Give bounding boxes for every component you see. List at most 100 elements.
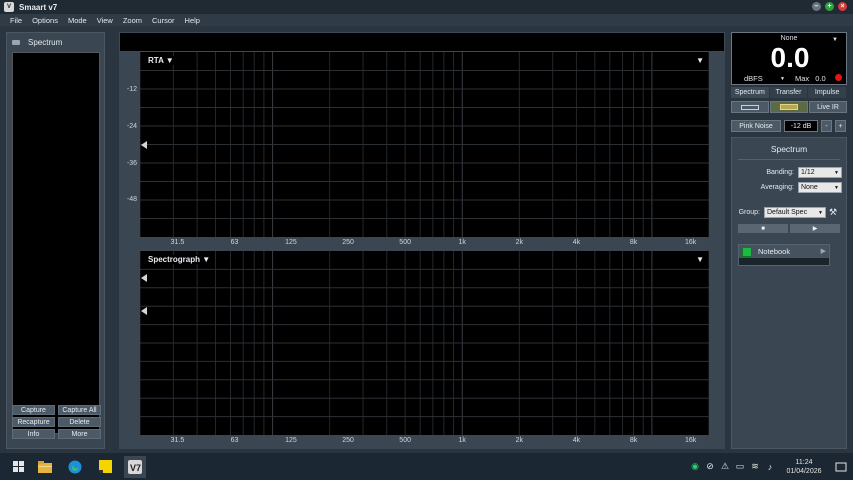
play-button[interactable]: ▶ (790, 224, 840, 233)
clock-date: 01/04/2026 (786, 467, 822, 475)
notebook-status-icon (742, 246, 752, 257)
wifi-icon[interactable]: ≋ (749, 461, 761, 473)
rta-level-marker-icon[interactable] (141, 141, 147, 149)
window-title: Smaart v7 (19, 2, 58, 12)
file-explorer-icon[interactable] (34, 456, 56, 478)
windows-start-icon[interactable] (4, 456, 26, 478)
spectrum-settings-panel: Spectrum Banding: 1/12 ▼ Averaging: None… (731, 137, 847, 449)
spectrograph-x-tick: 125 (285, 437, 297, 444)
notebook-label: Notebook (758, 247, 791, 256)
menu-zoom[interactable]: Zoom (118, 16, 147, 25)
tools-icon[interactable]: ⚒ (829, 207, 837, 218)
meter-max-value: 0.0 (815, 74, 826, 83)
title-bar: V Smaart v7 – + × (0, 0, 853, 14)
info-button[interactable]: Info (12, 429, 55, 439)
level-decrease-button[interactable]: - (821, 120, 832, 132)
averaging-label: Averaging: (760, 184, 794, 191)
group-select[interactable]: Default Spec ▼ (764, 207, 826, 218)
spectrograph-upper-marker-icon[interactable] (141, 274, 147, 282)
volume-icon[interactable]: ♪ (764, 461, 776, 473)
menu-view[interactable]: View (92, 16, 118, 25)
spectrograph-grid (140, 251, 709, 435)
tab-spectrum[interactable]: Spectrum (731, 87, 770, 98)
capture-all-button[interactable]: Capture All (58, 405, 101, 415)
minimize-button[interactable]: – (812, 2, 821, 11)
maximize-button[interactable]: + (825, 2, 834, 11)
spectrograph-x-tick: 1k (458, 437, 466, 444)
averaging-value: None (801, 184, 818, 191)
notebook-panel[interactable]: Notebook ▶ (738, 244, 830, 266)
chevron-down-icon: ▼ (834, 185, 839, 191)
meter-source[interactable]: None (732, 35, 846, 42)
rta-x-tick: 63 (230, 239, 239, 246)
spectrograph-x-tick: 500 (399, 437, 411, 444)
notifications-icon[interactable] (835, 461, 847, 473)
rta-title[interactable]: RTA ▼ (146, 56, 176, 65)
menu-bar: File Options Mode View Zoom Cursor Help (0, 14, 853, 26)
rta-plot[interactable]: RTA ▼ ▼ (140, 52, 709, 237)
meter-max-label: Max (795, 74, 810, 83)
meter-unit: dBFS (744, 74, 763, 83)
spectrograph-lower-marker-icon[interactable] (141, 307, 147, 315)
menu-file[interactable]: File (5, 16, 27, 25)
rta-x-tick: 4k (572, 239, 581, 246)
spectrum-trace-panel: Spectrum Capture Capture All Recapture D… (6, 32, 105, 449)
rta-x-tick: 125 (285, 239, 297, 246)
taskbar: V7 ◉ ⊘ ⚠ ▭ ≋ ♪ 11:24 01/04/2026 (0, 453, 853, 480)
rta-x-tick: 16k (684, 239, 697, 246)
stop-button[interactable]: ■ (738, 224, 788, 233)
svg-text:V7: V7 (130, 463, 141, 473)
menu-cursor[interactable]: Cursor (147, 16, 180, 25)
security-icon[interactable]: ⚠ (719, 461, 731, 473)
edge-browser-icon[interactable] (64, 456, 86, 478)
notebook-expand-icon[interactable]: ▶ (821, 247, 826, 255)
spectrograph-menu-icon[interactable]: ▼ (696, 255, 704, 264)
app-logo-icon: V (4, 2, 14, 12)
trace-list[interactable] (12, 52, 100, 434)
smaart-taskbar-icon[interactable]: V7 (124, 455, 146, 478)
sticky-notes-icon[interactable] (94, 456, 116, 478)
rta-y-tick: -36 (126, 160, 137, 167)
panel-collapse-icon[interactable] (12, 39, 20, 45)
split-view-icon (780, 104, 798, 110)
single-view-button[interactable] (731, 101, 769, 113)
rta-x-tick: 500 (399, 239, 411, 246)
recapture-button[interactable]: Recapture (12, 417, 55, 427)
rta-menu-icon[interactable]: ▼ (696, 56, 704, 65)
rta-y-tick: -48 (126, 196, 137, 203)
spectrograph-plot[interactable]: Spectrograph ▼ ▼ (140, 251, 709, 435)
group-value: Default Spec (767, 209, 808, 216)
trace-panel-title: Spectrum (28, 37, 63, 47)
capture-button[interactable]: Capture (12, 405, 55, 415)
clip-indicator-icon (835, 74, 842, 81)
command-bar[interactable] (119, 32, 725, 52)
rta-y-tick: -24 (126, 123, 137, 130)
battery-icon[interactable]: ▭ (734, 461, 746, 473)
system-clock[interactable]: 11:24 01/04/2026 (779, 458, 829, 476)
more-button[interactable]: More (58, 429, 101, 439)
spectrograph-title[interactable]: Spectrograph ▼ (146, 255, 213, 264)
menu-mode[interactable]: Mode (63, 16, 92, 25)
tab-impulse[interactable]: Impulse (808, 87, 848, 98)
pink-noise-button[interactable]: Pink Noise (731, 120, 781, 132)
rta-x-tick: 250 (342, 239, 354, 246)
unit-dropdown-icon[interactable]: ▼ (780, 76, 785, 82)
live-ir-button[interactable]: Live IR (809, 101, 847, 113)
tab-transfer[interactable]: Transfer (769, 87, 809, 98)
spectrograph-x-tick: 16k (684, 437, 697, 444)
close-button[interactable]: × (838, 2, 847, 11)
whatsapp-icon[interactable]: ◉ (689, 461, 701, 473)
level-increase-button[interactable]: + (835, 120, 846, 132)
pink-noise-level[interactable]: -12 dB (784, 120, 818, 132)
single-view-icon (741, 104, 759, 110)
spectrograph-x-tick: 8k (629, 437, 638, 444)
averaging-select[interactable]: None ▼ (798, 182, 842, 193)
menu-help[interactable]: Help (180, 16, 205, 25)
delete-button[interactable]: Delete (58, 417, 101, 427)
menu-options[interactable]: Options (27, 16, 63, 25)
split-view-button[interactable] (770, 101, 808, 113)
spectrograph-x-tick: 31.5 (170, 437, 185, 444)
network-off-icon[interactable]: ⊘ (704, 461, 716, 473)
banding-select[interactable]: 1/12 ▼ (798, 167, 842, 178)
level-meter[interactable]: None ▼ 0.0 dBFS ▼ Max 0.0 (731, 32, 847, 85)
